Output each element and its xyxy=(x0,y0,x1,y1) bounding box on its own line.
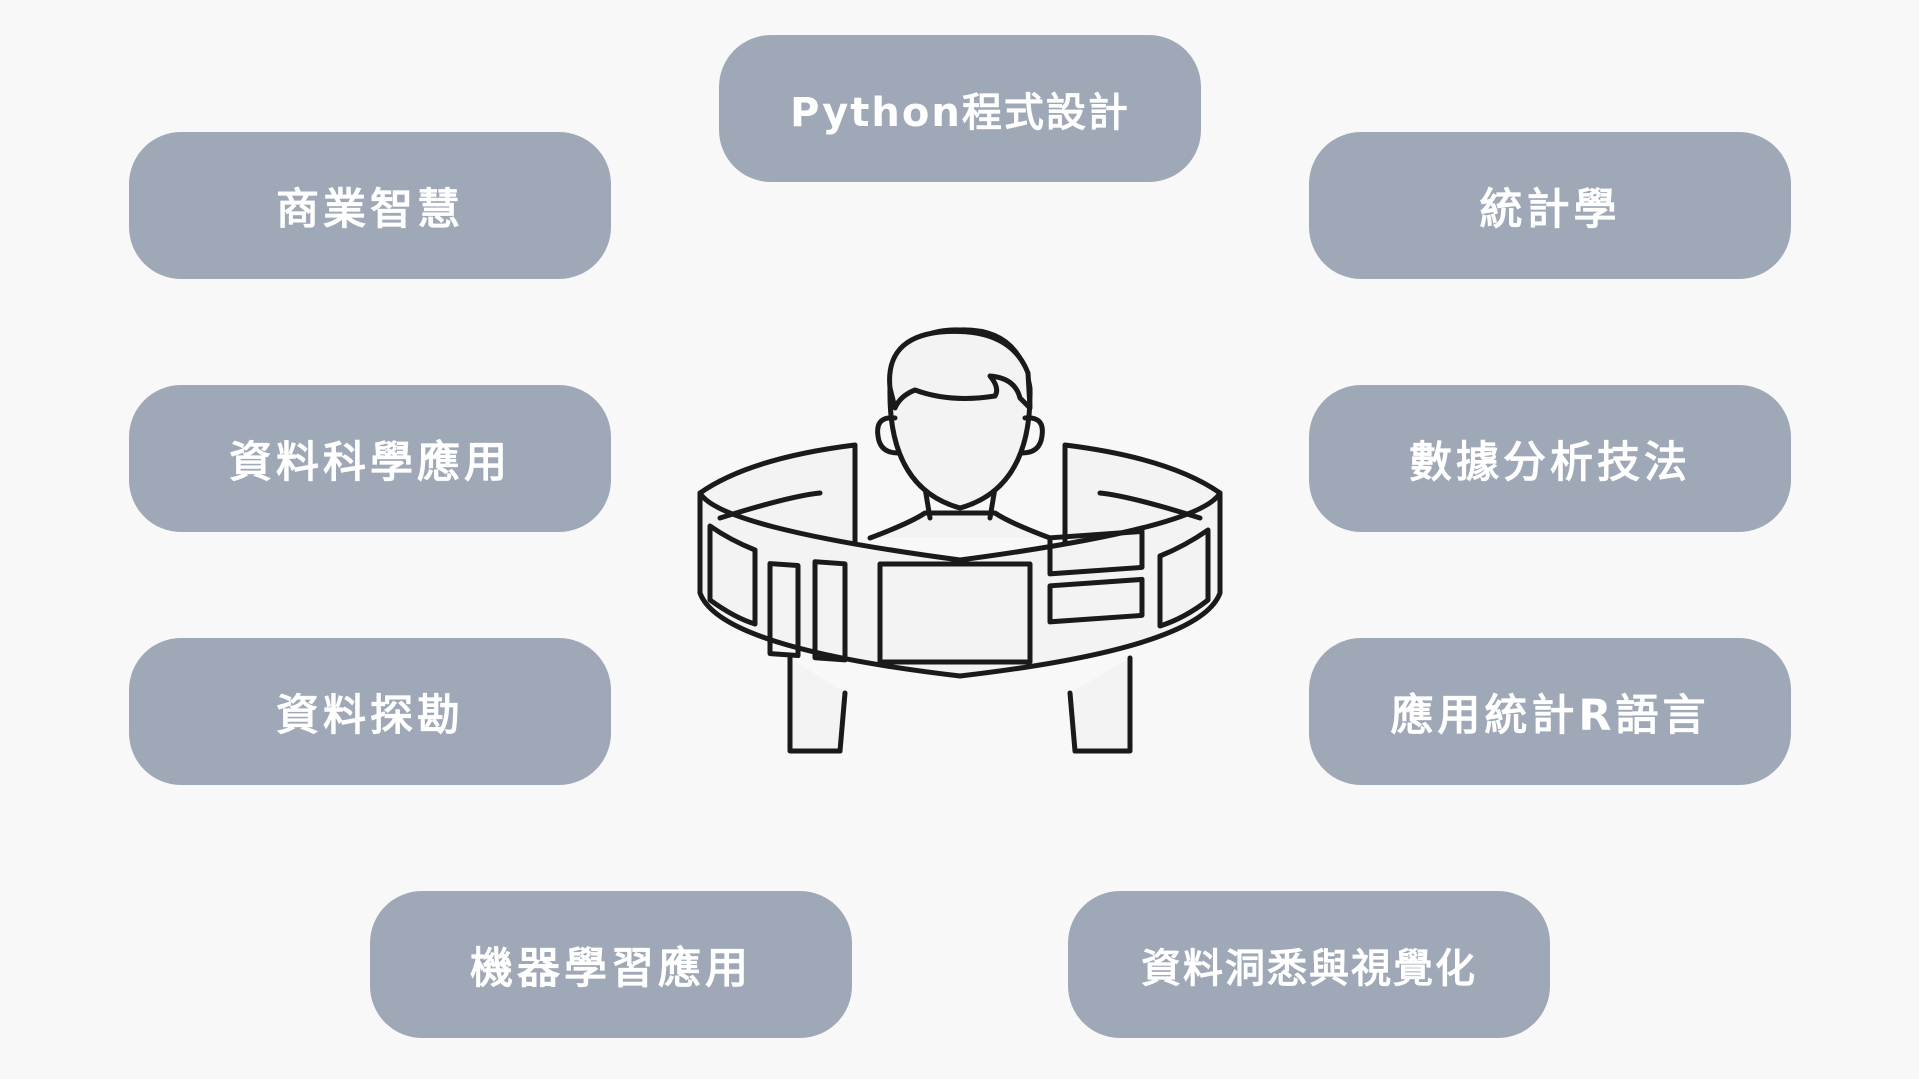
topic-statistics: 統計學 xyxy=(1309,132,1791,279)
topic-python-programming: Python程式設計 xyxy=(719,35,1201,182)
topic-label: 應用統計R語言 xyxy=(1390,690,1710,741)
topic-label: 統計學 xyxy=(1479,184,1621,235)
topic-label: 數據分析技法 xyxy=(1409,437,1691,488)
topic-label: Python程式設計 xyxy=(790,89,1130,136)
person-shoulders xyxy=(867,510,1053,541)
person-with-data-dashboard-ring-icon xyxy=(697,327,1223,754)
topic-label: 資料探勘 xyxy=(276,690,464,741)
topic-data-science-applications: 資料科學應用 xyxy=(129,385,611,532)
topic-data-analysis-techniques: 數據分析技法 xyxy=(1309,385,1791,532)
topic-applied-statistics-r: 應用統計R語言 xyxy=(1309,638,1791,785)
topic-data-insight-visualization: 資料洞悉與視覺化 xyxy=(1068,891,1550,1038)
topic-label: 資料科學應用 xyxy=(229,437,511,488)
topic-data-mining: 資料探勘 xyxy=(129,638,611,785)
topic-business-intelligence: 商業智慧 xyxy=(129,132,611,279)
topic-label: 機器學習應用 xyxy=(470,943,752,994)
topic-machine-learning-applications: 機器學習應用 xyxy=(370,891,852,1038)
topic-label: 資料洞悉與視覺化 xyxy=(1141,945,1477,992)
topic-label: 商業智慧 xyxy=(276,184,464,235)
